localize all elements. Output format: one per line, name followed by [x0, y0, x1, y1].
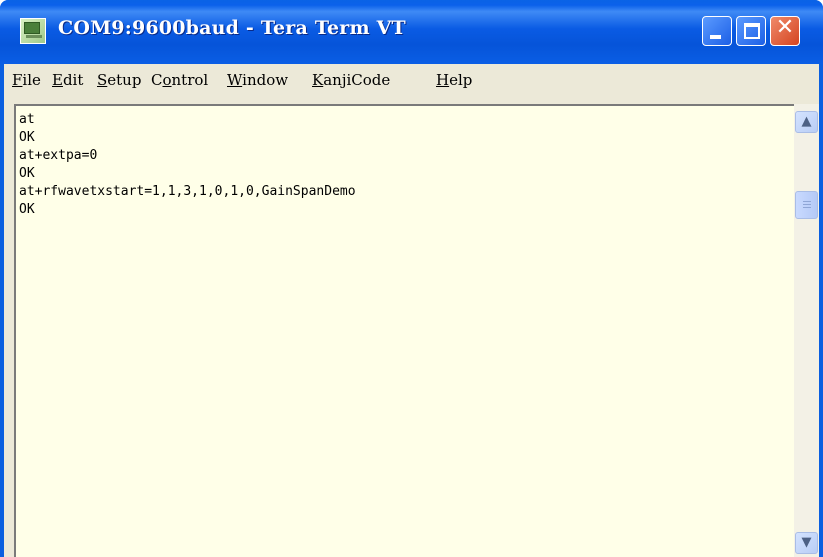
terminal-line: OK — [19, 166, 35, 181]
terminal-line: at+rfwavetxstart=1,1,3,1,0,1,0,GainSpanD… — [19, 184, 356, 199]
close-icon: ✕ — [775, 15, 795, 40]
menu-setup[interactable]: Setup — [97, 71, 141, 89]
menu-kanjicode-accel: K — [312, 71, 324, 89]
scroll-thumb[interactable] — [795, 191, 818, 219]
menu-control[interactable]: Control — [151, 71, 208, 89]
arrow-down-icon: ▼ — [801, 535, 812, 550]
maximize-icon — [744, 23, 760, 39]
menu-edit-label: dit — [62, 71, 84, 89]
tera-term-window: COM9:9600baud - Tera Term VT ✕ File Edit… — [0, 0, 823, 557]
menu-control-accel: o — [162, 71, 172, 89]
terminal-line: OK — [19, 130, 35, 145]
terminal-output[interactable]: at OK at+extpa=0 OK at+rfwavetxstart=1,1… — [14, 104, 794, 557]
vertical-scrollbar[interactable]: ▲ ▼ — [794, 104, 819, 557]
menu-help[interactable]: Help — [436, 71, 472, 89]
menu-kanjicode-label: anjiCode — [323, 71, 391, 89]
menu-edit[interactable]: Edit — [52, 71, 83, 89]
menu-bar: File Edit Setup Control Window KanjiCode… — [4, 64, 819, 96]
menu-window-accel: W — [227, 71, 243, 89]
grip-line — [803, 207, 811, 208]
menu-control-pre: C — [151, 71, 163, 89]
menu-help-accel: H — [436, 71, 450, 89]
title-bar[interactable]: COM9:9600baud - Tera Term VT ✕ — [0, 0, 823, 64]
terminal-line: at — [19, 112, 35, 127]
scroll-up-button[interactable]: ▲ — [795, 111, 818, 133]
menu-file-label: ile — [22, 71, 41, 89]
menu-window-label: indow — [242, 71, 289, 89]
arrow-up-icon: ▲ — [801, 114, 812, 129]
menu-window[interactable]: Window — [227, 71, 288, 89]
menu-kanjicode[interactable]: KanjiCode — [312, 71, 390, 89]
close-button[interactable]: ✕ — [770, 15, 800, 46]
menu-edit-accel: E — [52, 71, 63, 89]
tera-term-icon[interactable] — [20, 18, 46, 44]
minimize-icon — [710, 35, 721, 39]
menu-setup-label: etup — [107, 71, 142, 89]
terminal-line: at+extpa=0 — [19, 148, 98, 163]
maximize-button[interactable] — [736, 16, 766, 46]
menu-control-label: ntrol — [171, 71, 209, 89]
menu-file[interactable]: File — [12, 71, 41, 89]
window-title: COM9:9600baud - Tera Term VT — [58, 17, 406, 39]
menu-help-label: elp — [449, 71, 473, 89]
grip-line — [803, 204, 811, 205]
terminal-line: OK — [19, 202, 35, 217]
grip-line — [803, 201, 811, 202]
minimize-button[interactable] — [702, 16, 732, 46]
scroll-down-button[interactable]: ▼ — [795, 532, 818, 554]
menu-setup-accel: S — [97, 71, 108, 89]
menu-file-accel: F — [12, 71, 23, 89]
